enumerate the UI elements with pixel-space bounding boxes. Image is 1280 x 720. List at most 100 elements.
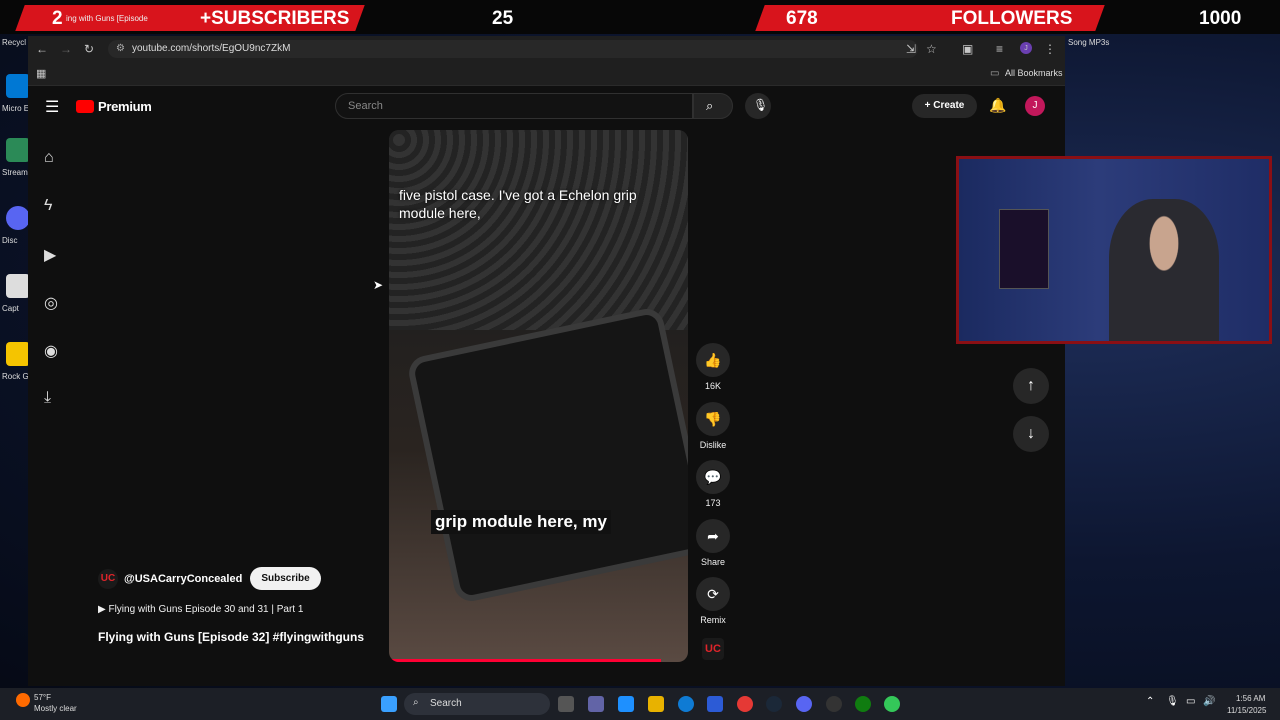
next-short-button[interactable]: ↓ bbox=[1013, 416, 1049, 452]
reload-icon[interactable]: ↻ bbox=[84, 42, 94, 56]
voice-search-button[interactable]: 🎙 bbox=[745, 93, 771, 119]
mic-icon: 🎙 bbox=[753, 98, 769, 112]
followers-goal: 1000 bbox=[1199, 8, 1242, 29]
playlist-link[interactable]: ▶ Flying with Guns Episode 30 and 31 | P… bbox=[98, 604, 303, 615]
apps-grid-icon[interactable]: ▦ bbox=[36, 67, 46, 80]
weather-icon[interactable] bbox=[16, 693, 30, 707]
comments-action[interactable]: 💬 173 bbox=[696, 460, 730, 508]
mic-tray-icon[interactable]: 🎙 bbox=[1166, 696, 1179, 707]
create-button[interactable]: + Create bbox=[912, 94, 977, 118]
app-icon[interactable] bbox=[884, 696, 900, 712]
shorts-icon[interactable]: ϟ bbox=[44, 197, 60, 214]
task-view-icon[interactable] bbox=[558, 696, 574, 712]
followers-label: FOLLOWERS bbox=[951, 8, 1073, 29]
channel-handle[interactable]: @USACarryConcealed bbox=[124, 573, 242, 585]
thumbs-up-icon[interactable]: 👍 bbox=[696, 343, 730, 377]
dislike-action[interactable]: 👎 Dislike bbox=[696, 402, 730, 450]
channel-row: UC @USACarryConcealed Subscribe bbox=[98, 567, 321, 590]
like-count: 16K bbox=[704, 381, 721, 391]
volume-icon[interactable]: 🔊 bbox=[1203, 696, 1215, 707]
share-action[interactable]: ➦ Share bbox=[696, 519, 730, 567]
notifications-bell-icon[interactable]: 🔔 bbox=[989, 97, 1006, 114]
edge-taskbar-icon[interactable] bbox=[678, 696, 694, 712]
avatar[interactable]: J bbox=[1025, 96, 1045, 116]
followers-count: 678 bbox=[786, 8, 818, 29]
clock-date[interactable]: 11/15/2025 bbox=[1227, 706, 1266, 715]
playlist-title: Flying with Guns Episode 30 and 31 | Par… bbox=[108, 604, 304, 615]
streamdeck-icon[interactable] bbox=[6, 138, 30, 162]
subscribe-button[interactable]: Subscribe bbox=[250, 567, 321, 590]
arrow-down-icon: ↓ bbox=[1027, 425, 1035, 442]
url-field[interactable]: ⚙ youtube.com/shorts/EgOU9nc7ZkM bbox=[108, 40, 918, 58]
weather-temp[interactable]: 57°F bbox=[34, 693, 51, 702]
network-icon[interactable]: ▭ bbox=[1186, 696, 1195, 707]
file-explorer-icon[interactable] bbox=[648, 696, 664, 712]
tab-title[interactable]: ing with Guns [Episode bbox=[66, 14, 148, 23]
explore-icon[interactable]: ◎ bbox=[44, 293, 60, 312]
desktop-icon-label[interactable]: Song MP3s bbox=[1068, 38, 1109, 47]
search-input[interactable]: Search bbox=[335, 93, 693, 119]
caption-top: five pistol case. I've got a Echelon gri… bbox=[399, 187, 637, 221]
subs-prefix: 2 bbox=[52, 8, 63, 29]
bookmarks-bar: ▦ ▭ All Bookmarks bbox=[28, 62, 1065, 86]
video-title[interactable]: Flying with Guns [Episode 32] #flyingwit… bbox=[98, 630, 364, 644]
discord-taskbar-icon[interactable] bbox=[796, 696, 812, 712]
sidepanel-icon[interactable]: ▣ bbox=[962, 42, 973, 56]
teams-icon[interactable] bbox=[588, 696, 604, 712]
capture-icon[interactable] bbox=[6, 274, 30, 298]
weather-desc[interactable]: Mostly clear bbox=[34, 704, 77, 713]
youtube-logo[interactable]: Premium bbox=[76, 99, 152, 114]
install-icon[interactable]: ⇲ bbox=[906, 42, 916, 56]
hamburger-menu-icon[interactable]: ☰ bbox=[45, 97, 59, 117]
xbox-icon[interactable] bbox=[855, 696, 871, 712]
create-label: Create bbox=[933, 100, 965, 111]
downloads-icon[interactable]: ⤓ bbox=[44, 389, 60, 406]
remix-action[interactable]: ⟳ Remix bbox=[696, 577, 730, 625]
profile-icon[interactable]: J bbox=[1020, 42, 1032, 54]
like-action[interactable]: 👍 16K bbox=[696, 343, 730, 391]
previous-short-button[interactable]: ↑ bbox=[1013, 368, 1049, 404]
share-label: Share bbox=[700, 557, 726, 567]
youtube-page: ☰ Premium Search ⌕ 🎙 + Create 🔔 J ⌂ ϟ ▶ … bbox=[28, 87, 1065, 686]
search-button[interactable]: ⌕ bbox=[693, 93, 733, 119]
you-icon[interactable]: ◉ bbox=[44, 341, 60, 360]
remix-icon[interactable]: ⟳ bbox=[696, 577, 730, 611]
home-icon[interactable]: ⌂ bbox=[44, 149, 60, 166]
taskbar-search[interactable]: Search bbox=[404, 693, 550, 715]
all-bookmarks-link[interactable]: All Bookmarks bbox=[1005, 68, 1063, 78]
channel-thumbnail[interactable]: UC bbox=[702, 638, 724, 660]
video-progress-bar[interactable] bbox=[389, 659, 662, 662]
rockstar-icon[interactable] bbox=[6, 342, 30, 366]
channel-avatar[interactable]: UC bbox=[98, 568, 118, 589]
clock-time[interactable]: 1:56 AM bbox=[1236, 694, 1265, 703]
thumbs-down-icon[interactable]: 👎 bbox=[696, 402, 730, 436]
media-icon[interactable]: ≡ bbox=[996, 42, 1003, 56]
back-icon[interactable]: ← bbox=[36, 42, 48, 56]
forward-icon[interactable]: → bbox=[60, 42, 72, 56]
plus-icon: + bbox=[924, 100, 934, 111]
chevron-up-icon[interactable]: ⌃ bbox=[1146, 696, 1154, 707]
bookmark-star-icon[interactable]: ☆ bbox=[926, 42, 937, 56]
store-icon[interactable] bbox=[707, 696, 723, 712]
comment-icon[interactable]: 💬 bbox=[696, 460, 730, 494]
arrow-up-icon: ↑ bbox=[1027, 377, 1035, 394]
menu-kebab-icon[interactable]: ⋮ bbox=[1044, 42, 1056, 56]
site-info-icon[interactable]: ⚙ bbox=[116, 40, 125, 58]
subscriptions-icon[interactable]: ▶ bbox=[44, 245, 60, 264]
obs-icon[interactable] bbox=[826, 696, 842, 712]
steam-icon[interactable] bbox=[766, 696, 782, 712]
webcam-overlay bbox=[956, 156, 1272, 344]
chrome-icon[interactable] bbox=[737, 696, 753, 712]
share-icon[interactable]: ➦ bbox=[696, 519, 730, 553]
copilot-icon[interactable] bbox=[618, 696, 634, 712]
foam-case-lid bbox=[389, 130, 688, 330]
edge-icon[interactable] bbox=[6, 74, 30, 98]
remix-label: Remix bbox=[700, 615, 726, 625]
windows-start-icon[interactable] bbox=[381, 696, 397, 712]
subscribers-label: +SUBSCRIBERS bbox=[200, 8, 350, 29]
play-icon: ▶ bbox=[98, 604, 109, 615]
shorts-video-player[interactable]: five pistol case. I've got a Echelon gri… bbox=[389, 130, 688, 662]
pc-case-in-webcam bbox=[999, 209, 1049, 289]
discord-icon[interactable] bbox=[6, 206, 30, 230]
taskbar: 57°F Mostly clear Search ⌕ ⌃ 🎙 ▭ 🔊 1:56 … bbox=[0, 688, 1280, 720]
